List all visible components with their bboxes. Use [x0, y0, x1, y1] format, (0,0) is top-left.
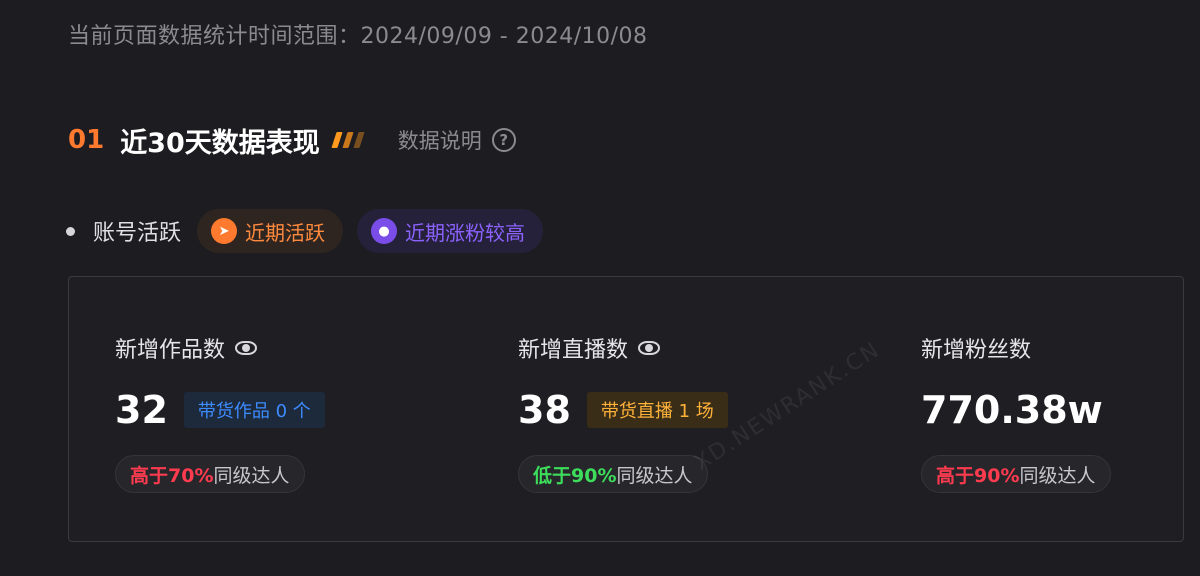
section-number: 01	[68, 125, 105, 155]
compare-badge: 低于90% 同级达人	[518, 455, 708, 493]
data-explain-link[interactable]: 数据说明	[398, 125, 482, 155]
stat-label-text: 新增作品数	[115, 338, 226, 363]
stat-value-row: 32 带货作品 0 个	[115, 387, 325, 433]
tag-recent-active[interactable]: ➤ 近期活跃	[197, 209, 344, 253]
compare-badge: 高于90% 同级达人	[921, 455, 1111, 493]
activity-label: 账号活跃	[93, 221, 182, 246]
stat-value: 770.38w	[921, 388, 1103, 432]
eye-icon[interactable]	[638, 341, 661, 355]
date-range-label: 当前页面数据统计时间范围：	[68, 24, 361, 49]
activity-row: 账号活跃 ➤ 近期活跃 ● 近期涨粉较高	[66, 208, 557, 254]
compare-highlight: 低于90%	[533, 464, 617, 487]
compare-badge: 高于70% 同级达人	[115, 455, 305, 493]
page: 当前页面数据统计时间范围：2024/09/09 - 2024/10/08 01 …	[0, 0, 1200, 576]
stat-new-lives: 新增直播数 38 带货直播 1 场 低于90% 同级达人	[518, 331, 728, 493]
slash-decoration-icon	[331, 132, 365, 148]
section-title: 近30天数据表现	[120, 127, 320, 159]
date-range: 当前页面数据统计时间范围：2024/09/09 - 2024/10/08	[68, 18, 648, 50]
sub-tag-sales-works: 带货作品 0 个	[183, 392, 325, 428]
tag-label: 近期活跃	[245, 220, 326, 245]
sub-tag-sales-lives: 带货直播 1 场	[586, 392, 728, 428]
help-icon[interactable]: ?	[491, 128, 516, 152]
tag-recent-follower-growth[interactable]: ● 近期涨粉较高	[357, 209, 544, 253]
stat-new-works: 新增作品数 32 带货作品 0 个 高于70% 同级达人	[115, 331, 325, 493]
compare-highlight: 高于90%	[936, 464, 1020, 487]
stats-card: 新增作品数 32 带货作品 0 个 高于70% 同级达人 新增直播数 38 带货直…	[68, 276, 1184, 542]
stat-label: 新增作品数	[115, 331, 325, 365]
stat-value: 32	[115, 388, 168, 432]
user-icon: ●	[371, 218, 398, 244]
stat-new-followers: 新增粉丝数 770.38w 高于90% 同级达人	[921, 331, 1119, 493]
stat-label: 新增粉丝数	[921, 331, 1119, 365]
stat-label-text: 新增粉丝数	[921, 338, 1032, 363]
compare-rest: 同级达人	[1019, 464, 1096, 487]
compare-rest: 同级达人	[616, 464, 693, 487]
stat-value-row: 38 带货直播 1 场	[518, 387, 728, 433]
eye-icon[interactable]	[235, 341, 258, 355]
paper-plane-icon: ➤	[211, 218, 238, 244]
stat-value: 38	[518, 388, 571, 432]
compare-rest: 同级达人	[213, 464, 290, 487]
bullet-icon	[66, 226, 75, 236]
section-header: 01 近30天数据表现 数据说明 ?	[68, 118, 516, 162]
tag-label: 近期涨粉较高	[405, 220, 526, 245]
stat-value-row: 770.38w	[921, 387, 1119, 433]
stat-label: 新增直播数	[518, 331, 728, 365]
stat-label-text: 新增直播数	[518, 338, 629, 363]
compare-highlight: 高于70%	[130, 464, 214, 487]
date-range-value: 2024/09/09 - 2024/10/08	[360, 24, 648, 49]
